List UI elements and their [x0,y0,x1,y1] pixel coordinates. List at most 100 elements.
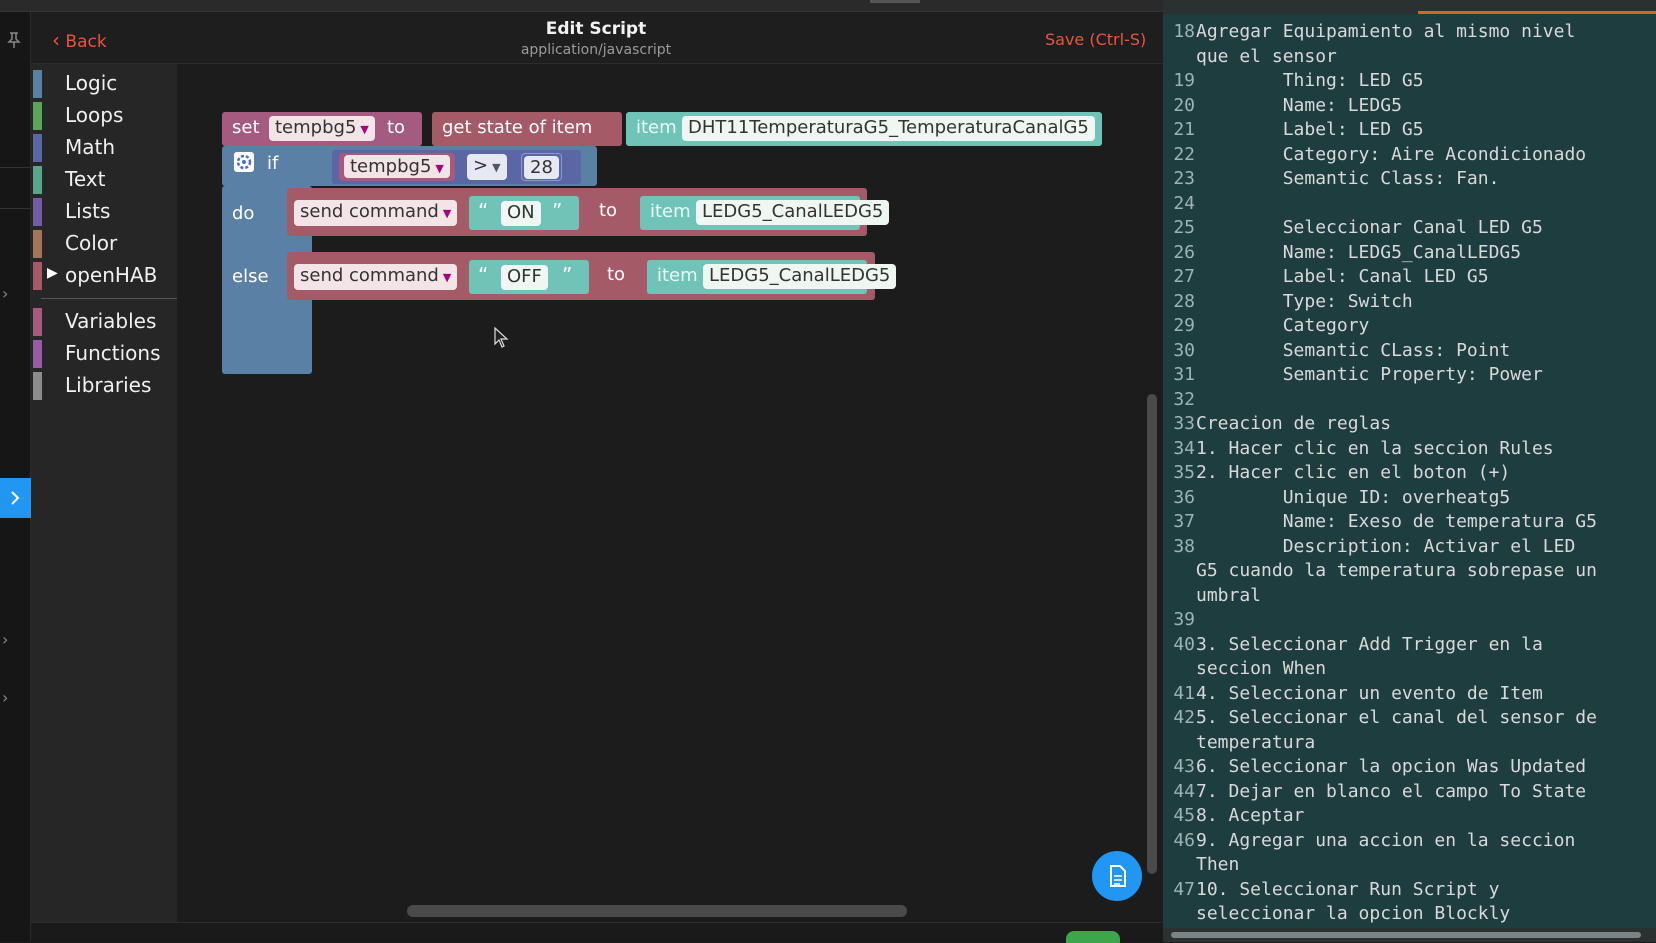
chevron-right-icon[interactable]: › [2,688,8,707]
led-item-block[interactable]: item LEDG5_CanalLEDG5 [647,260,897,294]
line-text: 3. Seleccionar Add Trigger en la [1196,633,1543,655]
line-text: Semantic Property: Power [1196,364,1543,385]
pin-icon[interactable] [4,30,24,50]
toolbox-category-math[interactable]: Math [31,133,177,163]
send-command-label: send command [300,201,439,222]
back-button[interactable]: ‹ Back [52,28,107,52]
line-number: 25 [1173,217,1195,238]
led-item-name[interactable]: LEDG5_CanalLEDG5 [696,200,890,225]
dropdown-arrow-icon: ▼ [442,271,452,284]
toolbox-category-libraries[interactable]: Libraries [31,371,177,401]
bottom-status-button[interactable] [1066,931,1120,943]
toolbox-category-variables[interactable]: Variables [31,307,177,337]
category-color-bar [33,308,42,336]
tab-indicator [870,0,920,3]
category-label: openHAB [65,263,158,287]
dropdown-arrow-icon: ▼ [435,162,444,175]
workspace-vertical-scrollbar[interactable] [1147,394,1157,874]
toolbox-category-loops[interactable]: Loops [31,101,177,131]
line-number: 36 [1173,486,1195,508]
line-number: 44 [1173,780,1195,802]
category-color-bar [33,198,42,226]
category-label: Text [65,167,106,191]
send-command-dropdown[interactable]: send command ▼ [294,264,458,290]
line-text: Seleccionar Canal LED G5 [1196,217,1543,238]
gear-icon[interactable] [234,152,254,172]
chevron-right-icon [11,491,20,505]
notes-editor-pane[interactable]: 18 Agregar Equipamiento al mismo nivel que… [1163,0,1656,942]
toolbox-category-functions[interactable]: Functions [31,339,177,369]
led-item-name[interactable]: LEDG5_CanalLEDG5 [703,264,897,289]
save-button[interactable]: Save (Ctrl-S) [1045,30,1146,49]
line-number: 28 [1173,290,1195,312]
line-text: Thing: LED G5 [1196,70,1424,91]
line-number: 30 [1173,339,1195,361]
variable-dropdown[interactable]: tempbg5 ▼ [269,116,375,141]
send-command-block-on[interactable]: send command ▼ “ ON ” to item LEDG5_Canal… [287,188,890,236]
toolbox-category-openhab[interactable]: ▶ openHAB [31,261,177,291]
do-keyword: do [232,203,255,224]
line-number: 42 [1173,707,1195,728]
expand-sidebar-button[interactable] [0,478,31,518]
blockly-workspace[interactable]: set tempbg5 ▼ to get state of item item D… [177,64,1163,922]
editor-horizontal-scrollbar[interactable] [1163,928,1656,942]
command-value-off[interactable]: OFF [501,265,548,290]
line-text: 10. Seleccionar Run Script y [1196,878,1500,900]
line-text: seleccionar la opcion Blockly [1196,903,1511,924]
line-number: 23 [1173,168,1195,189]
else-keyword: else [232,266,269,287]
show-code-button[interactable] [1092,851,1142,901]
toolbox-category-lists[interactable]: Lists [31,197,177,227]
category-color-bar [33,134,42,162]
category-label: Variables [65,309,157,333]
line-number: 35 [1173,462,1195,483]
number-block[interactable]: 28 [521,153,562,181]
led-item-block[interactable]: item LEDG5_CanalLEDG5 [640,196,890,230]
expand-triangle-icon: ▶ [47,265,58,281]
line-text: G5 cuando la temperatura sobrepase un [1196,560,1597,581]
line-text: 5. Seleccionar el canal del sensor de [1196,707,1597,728]
scrollbar-thumb[interactable] [1171,932,1641,938]
line-number: 43 [1173,756,1195,777]
sensor-item-block[interactable]: item DHT11TemperaturaG5_TemperaturaCanal… [626,112,1102,146]
line-text: Then [1196,854,1240,875]
line-text: Type: Switch [1196,290,1413,312]
get-state-block[interactable]: get state of item [432,112,622,146]
line-number: 40 [1173,633,1195,655]
compare-block[interactable]: tempbg5 ▼ > ▼ 28 [332,150,581,184]
item-keyword: item [636,117,677,138]
toolbox-category-logic[interactable]: Logic [31,69,177,99]
category-label: Logic [65,71,118,95]
left-rail: › › › [0,12,31,942]
line-text: Semantic CLass: Point [1196,339,1511,361]
threshold-value[interactable]: 28 [524,156,559,179]
category-label: Libraries [65,373,152,397]
toolbox-category-color[interactable]: Color [31,229,177,259]
line-text: 2. Hacer clic en el boton (+) [1196,462,1511,483]
active-tab-indicator [1418,11,1656,14]
line-text: 9. Agregar una accion en la seccion [1196,829,1576,851]
send-command-dropdown[interactable]: send command ▼ [294,200,458,226]
category-color-bar [33,262,42,290]
line-number: 41 [1173,682,1195,704]
operator-dropdown[interactable]: > ▼ [467,154,507,180]
variable-dropdown[interactable]: tempbg5 ▼ [344,155,450,178]
command-value-on[interactable]: ON [501,201,541,226]
to-keyword: to [599,200,618,221]
chevron-right-icon[interactable]: › [2,630,8,649]
toolbox-category-text[interactable]: Text [31,165,177,195]
text-block-on[interactable]: “ ON ” [469,196,579,230]
set-variable-block[interactable]: set tempbg5 ▼ to [222,112,422,146]
line-text: Category: Aire Acondicionado [1196,143,1587,165]
workspace-horizontal-scrollbar[interactable] [407,905,907,917]
sensor-item-name[interactable]: DHT11TemperaturaG5_TemperaturaCanalG5 [682,116,1095,141]
line-text: Name: Exeso de temperatura G5 [1196,511,1597,532]
line-number: 18 [1173,21,1195,42]
text-block-off[interactable]: “ OFF ” [469,260,589,294]
dropdown-arrow-icon: ▼ [492,161,501,174]
chevron-right-icon[interactable]: › [2,284,8,303]
variable-get-block[interactable]: tempbg5 ▼ [339,153,455,181]
send-command-block-off[interactable]: send command ▼ “ OFF ” to item LEDG5_Cana… [287,252,897,300]
line-number: 20 [1173,94,1195,116]
if-keyword: if [267,153,279,174]
